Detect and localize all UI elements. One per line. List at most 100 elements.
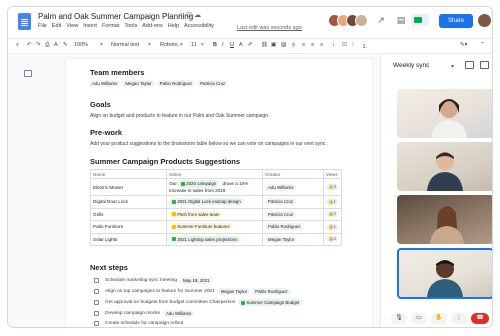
more-options-button[interactable]: ⋮ <box>451 313 467 324</box>
checkbox[interactable] <box>94 289 99 294</box>
file-chip[interactable]: Summer Furniture features <box>169 223 233 231</box>
menu-view[interactable]: View <box>66 23 78 29</box>
date-chip[interactable]: May 18, 2021 <box>180 277 213 284</box>
person-chip[interactable]: Adu Williams <box>265 183 297 191</box>
italic-icon[interactable]: I <box>222 42 224 48</box>
person-chip[interactable]: Pablo Rodriguez <box>252 288 291 295</box>
file-chip[interactable]: Summer Campaign Budget <box>238 299 303 306</box>
cell-name[interactable]: Digital Door Lock <box>89 195 168 209</box>
vote-chip[interactable]: 👍3 <box>326 184 338 190</box>
redo-icon[interactable]: ↷ <box>36 42 41 48</box>
open-in-new-icon[interactable] <box>480 61 489 69</box>
numbered-list-icon[interactable]: ⒈ <box>362 42 368 50</box>
person-chip[interactable]: Patricia Cruz <box>265 198 297 206</box>
cell-creator[interactable]: Megan Taylor <box>262 232 324 246</box>
justify-icon[interactable]: ≡ <box>320 42 323 48</box>
align-right-icon[interactable]: ≡ <box>311 42 314 48</box>
mic-button[interactable]: 🎙 <box>391 313 407 324</box>
cell-votes[interactable]: 👍2 <box>323 207 342 221</box>
cell-votes[interactable]: 👍1 <box>323 220 342 234</box>
collapse-toolbar-icon[interactable]: ⌃ <box>480 42 485 48</box>
menu-help[interactable]: Help <box>168 23 179 29</box>
file-chip[interactable]: 2021 Digital Lock endcap design <box>169 198 244 206</box>
last-edit-link[interactable]: Last edit was seconds ago <box>237 25 302 31</box>
docs-logo-icon[interactable] <box>18 13 31 30</box>
file-chip[interactable]: Pitch from sales team <box>169 210 223 218</box>
person-chip[interactable]: Megan Taylor <box>122 80 155 87</box>
document-title[interactable]: Palm and Oak Summer Campaign Planning <box>38 12 193 21</box>
avatar[interactable] <box>355 14 368 27</box>
file-chip[interactable]: 2021 Lighting sales projections <box>169 235 241 243</box>
checklist-icon[interactable]: ☑ <box>342 42 347 48</box>
camera-button[interactable]: ▭ <box>411 313 427 324</box>
participant-video-tile[interactable] <box>397 89 492 138</box>
end-call-button[interactable]: ☎ <box>471 313 489 324</box>
person-chip[interactable]: Patricia Cruz <box>265 210 297 218</box>
file-chip[interactable]: 2020 campaign <box>178 180 220 188</box>
cell-name[interactable]: Grills <box>89 207 168 221</box>
person-chip[interactable]: Patricia Cruz <box>197 80 229 87</box>
bulleted-list-icon[interactable]: ⁝ <box>352 42 354 48</box>
cell-notes[interactable]: 2021 Digital Lock endcap design <box>166 195 264 209</box>
person-chip[interactable]: Megan Taylor <box>217 288 251 295</box>
line-spacing-icon[interactable]: ↕ <box>332 42 335 48</box>
print-icon[interactable]: ⎙ <box>45 42 49 49</box>
undo-icon[interactable]: ↶ <box>27 42 32 48</box>
highlight-icon[interactable]: ✐ <box>248 42 253 48</box>
menu-add-ons[interactable]: Add-ons <box>142 23 163 29</box>
cell-name[interactable]: Electric Mower <box>89 178 168 196</box>
meet-camera-button[interactable] <box>411 14 429 26</box>
checkbox[interactable] <box>94 321 99 326</box>
image-icon[interactable]: ▨ <box>281 42 286 48</box>
document-outline-icon[interactable] <box>24 70 32 77</box>
move-folder-icon[interactable]: ⊡ <box>186 12 194 19</box>
chevron-down-icon[interactable]: ▾ <box>451 63 454 70</box>
share-button[interactable]: Share <box>439 14 473 28</box>
align-left-icon[interactable]: ≡ <box>292 42 296 48</box>
person-chip[interactable]: Adu Williams <box>162 310 195 317</box>
checkbox[interactable] <box>94 278 99 283</box>
align-center-icon[interactable]: ≡ <box>302 42 305 48</box>
font-select[interactable]: Roboto <box>160 42 178 48</box>
participant-video-tile[interactable] <box>397 195 492 244</box>
cell-creator[interactable]: Patricia Cruz <box>262 207 324 221</box>
menu-file[interactable]: File <box>38 23 47 29</box>
document-page[interactable]: Team members Adu Williams Megan Taylor Pab… <box>66 59 372 327</box>
person-chip[interactable]: Megan Taylor <box>265 235 298 243</box>
menu-accessibility[interactable]: Accessibility <box>184 23 214 29</box>
checkbox[interactable] <box>94 300 99 305</box>
zoom-select[interactable]: 100% <box>74 42 88 48</box>
cell-notes[interactable]: Summer Furniture features <box>166 220 264 234</box>
cell-creator[interactable]: Adu Williams <box>262 178 324 196</box>
cell-votes[interactable]: 👍2 <box>323 232 342 246</box>
menu-tools[interactable]: Tools <box>124 23 137 29</box>
person-chip[interactable]: Adu Williams <box>89 80 121 87</box>
underline-icon[interactable]: U <box>230 42 234 48</box>
person-chip[interactable]: Pablo Rodriguez <box>156 80 196 87</box>
editing-mode-icon[interactable]: ✎▾ <box>460 42 467 48</box>
spellcheck-icon[interactable]: A <box>54 42 58 48</box>
meeting-title[interactable]: Weekly sync <box>393 62 429 69</box>
cell-notes[interactable]: Pitch from sales team <box>166 207 264 221</box>
cloud-saved-icon[interactable]: ☁ <box>194 12 203 19</box>
vote-chip[interactable]: 👍1 <box>326 223 338 230</box>
participant-video-tile[interactable] <box>397 142 492 191</box>
person-chip[interactable]: Pablo Rodriguez <box>265 223 304 231</box>
cell-name[interactable]: Solar Lights <box>89 232 168 246</box>
account-avatar[interactable] <box>478 14 491 27</box>
bold-icon[interactable]: B <box>213 42 217 48</box>
style-select[interactable]: Normal text <box>111 42 139 48</box>
menu-insert[interactable]: Insert <box>83 23 97 29</box>
cell-creator[interactable]: Patricia Cruz <box>262 195 324 209</box>
search-menus-icon[interactable]: ⌕ <box>16 42 19 49</box>
participant-video-tile-active[interactable] <box>397 248 492 299</box>
comments-icon[interactable]: ▤ <box>396 15 406 25</box>
paint-format-icon[interactable]: ✎ <box>63 42 68 48</box>
cell-creator[interactable]: Pablo Rodriguez <box>262 220 324 234</box>
vote-chip[interactable]: 👍2 <box>326 211 338 218</box>
cell-notes[interactable]: Our 2020 campaign drove a 10% increase i… <box>166 178 264 196</box>
raise-hand-button[interactable]: ✋ <box>431 313 447 324</box>
cell-notes[interactable]: 2021 Lighting sales projections <box>166 232 264 246</box>
checkbox[interactable] <box>94 311 99 316</box>
text-color-icon[interactable]: A <box>239 42 243 48</box>
